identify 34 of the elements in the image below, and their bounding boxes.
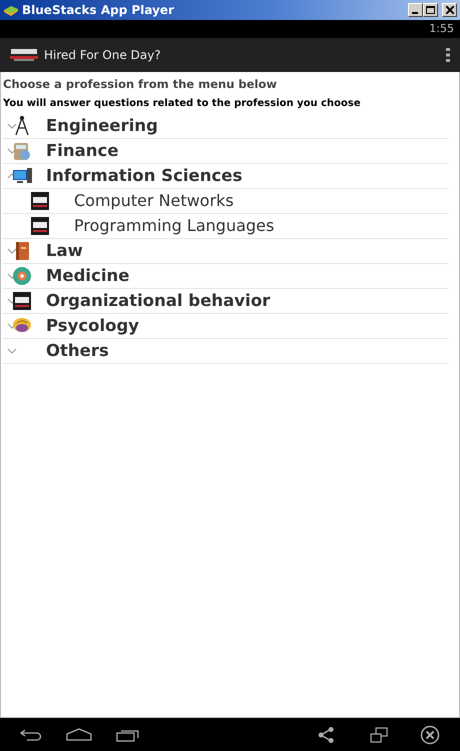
hired-logo-icon — [29, 215, 51, 237]
calculator-icon — [11, 140, 33, 162]
window-title: BlueStacks App Player — [22, 2, 174, 19]
maximize-button[interactable] — [423, 3, 438, 17]
category-item[interactable]: Engineering — [46, 114, 158, 138]
home-icon[interactable] — [66, 728, 92, 741]
maximize-icon — [426, 6, 435, 14]
close-button[interactable] — [442, 3, 457, 17]
category-item[interactable]: Law — [46, 238, 83, 264]
minimize-button[interactable] — [408, 3, 423, 17]
back-icon[interactable] — [20, 728, 42, 740]
hired-logo-icon — [11, 290, 33, 312]
window-resize-icon[interactable] — [370, 726, 388, 742]
subcategory-item[interactable]: Computer Networks — [74, 189, 234, 213]
app-logo-icon — [10, 48, 38, 62]
instruction-text: Choose a profession from the menu below — [3, 76, 278, 93]
app-title: Hired For One Day? — [44, 47, 161, 64]
category-item[interactable]: Psycology — [46, 314, 140, 338]
category-item[interactable]: Medicine — [46, 264, 130, 288]
overflow-menu-icon[interactable] — [446, 48, 450, 62]
hired-logo-icon — [29, 190, 51, 212]
subcategory-item[interactable]: Programming Languages — [74, 214, 274, 238]
category-item[interactable]: Others — [46, 338, 109, 364]
instruction-text: You will answer questions related to the profession you choose — [3, 97, 362, 111]
recent-apps-icon[interactable] — [116, 728, 140, 742]
clock-time: 1:55 — [429, 20, 454, 37]
category-item[interactable]: Information Sciences — [46, 164, 242, 188]
share-icon[interactable] — [318, 726, 334, 742]
app-logo-icon — [3, 4, 19, 16]
medicine-icon — [11, 265, 33, 287]
close-icon[interactable] — [420, 724, 440, 744]
close-icon — [446, 6, 454, 14]
category-item[interactable]: Finance — [46, 138, 119, 164]
category-item[interactable]: Organizational behavior — [46, 288, 270, 314]
